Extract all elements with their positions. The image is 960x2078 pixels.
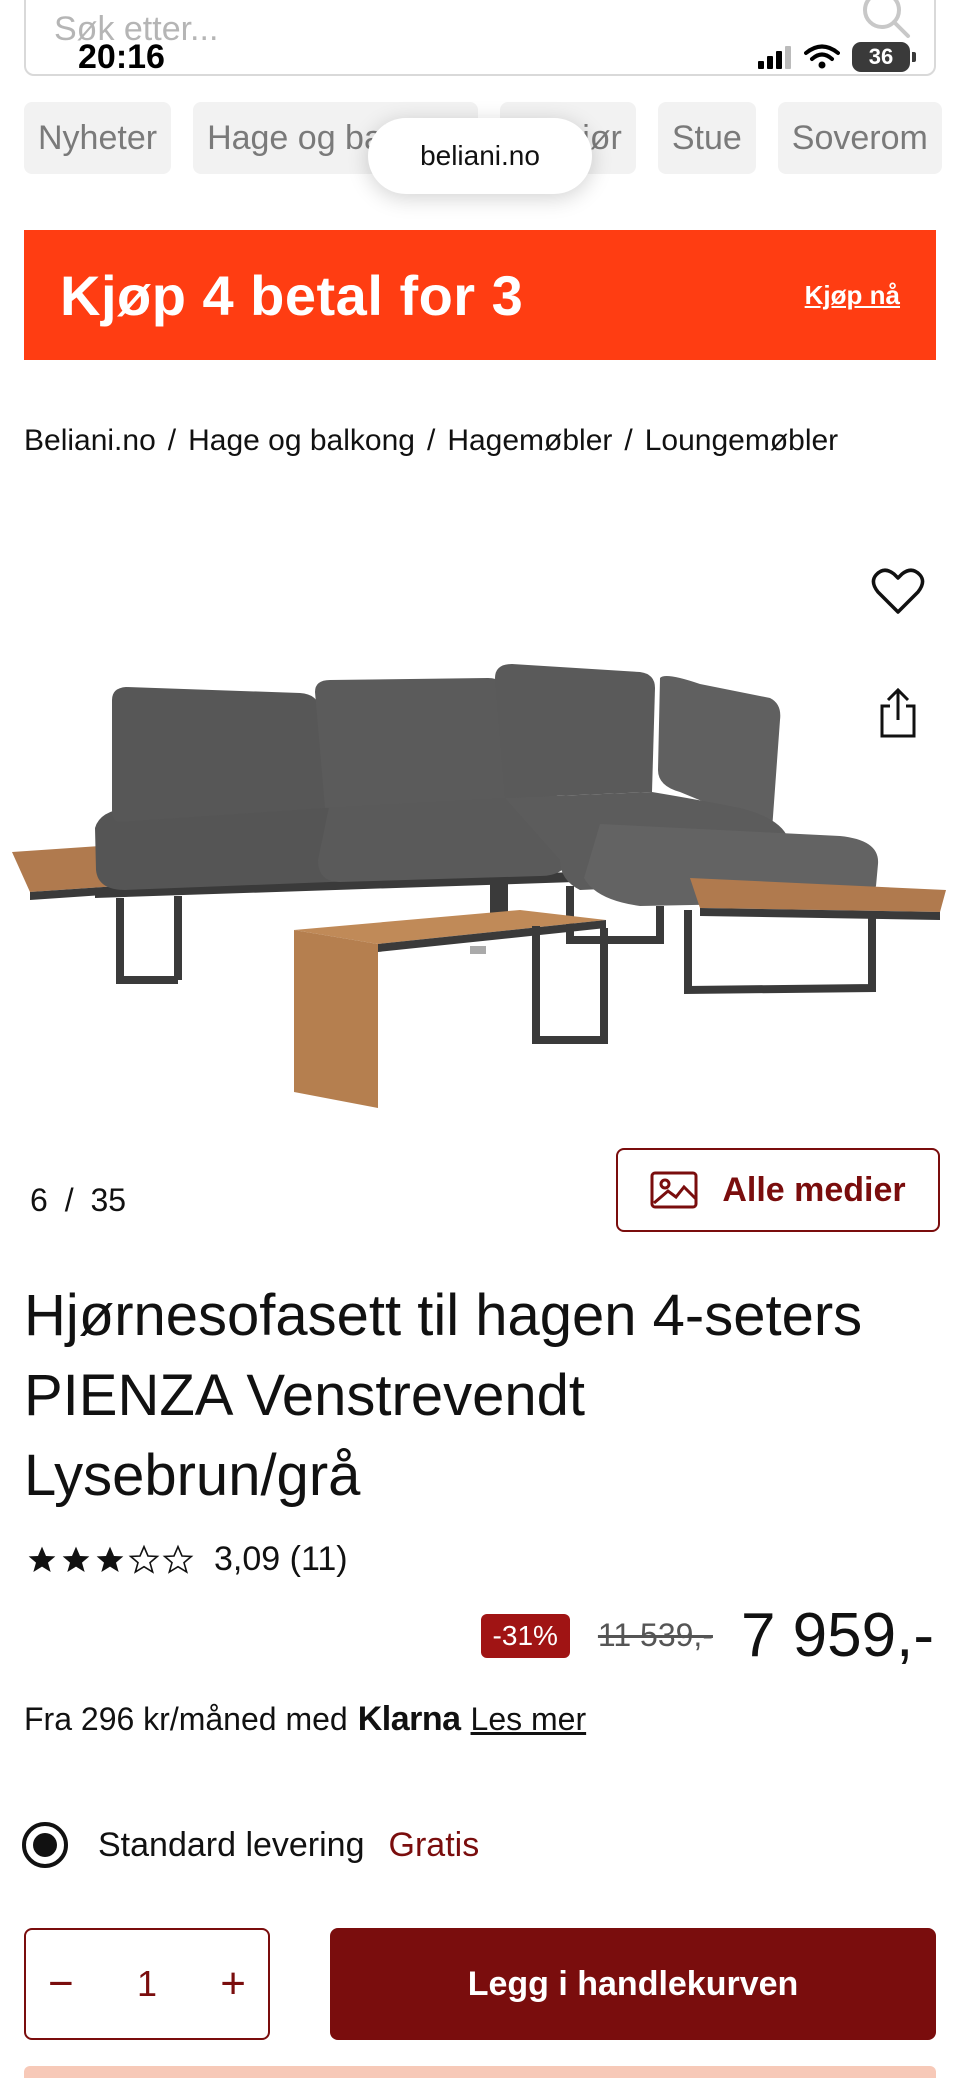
- category-chip-stue[interactable]: Stue: [657, 102, 756, 174]
- favorite-heart-icon[interactable]: [870, 566, 926, 618]
- share-icon[interactable]: [876, 686, 920, 740]
- star-icon: [96, 1546, 124, 1572]
- product-rating[interactable]: 3,09 (11): [26, 1540, 348, 1579]
- star-icon: [28, 1546, 56, 1572]
- all-media-button[interactable]: Alle medier: [616, 1148, 940, 1232]
- price-row: -31% 11 539,- 7 959,-: [480, 1600, 934, 1671]
- product-image[interactable]: [0, 560, 960, 1120]
- klarna-logo: Klarna: [357, 1700, 461, 1738]
- search-icon[interactable]: [858, 0, 914, 42]
- rating-text: 3,09 (11): [214, 1540, 348, 1578]
- promo-banner[interactable]: Kjøp 4 betal for 3 Kjøp nå: [24, 230, 936, 360]
- product-title: Hjørnesofasett til hagen 4-seters PIENZA…: [24, 1283, 863, 1508]
- delivery-price: Gratis: [388, 1825, 480, 1864]
- promo-link[interactable]: Kjøp nå: [805, 280, 900, 311]
- klarna-text: Fra 296 kr/måned med: [24, 1701, 348, 1737]
- breadcrumb-separator: /: [167, 424, 177, 457]
- klarna-financing: Fra 296 kr/måned med Klarna Les mer: [24, 1700, 586, 1739]
- old-price: 11 539,-: [597, 1617, 713, 1653]
- star-empty-icon: [128, 1544, 160, 1574]
- current-price: 7 959,-: [740, 1601, 934, 1670]
- klarna-read-more-link[interactable]: Les mer: [471, 1701, 587, 1738]
- quantity-stepper: − 1 +: [24, 1928, 270, 2040]
- all-media-label: Alle medier: [722, 1170, 906, 1209]
- signal-icon: [758, 46, 791, 69]
- breadcrumb-item[interactable]: Hage og balkong: [188, 424, 415, 458]
- delivery-option[interactable]: Standard levering Gratis: [22, 1822, 479, 1868]
- battery-indicator: 36: [852, 42, 916, 72]
- discount-badge: -31%: [480, 1613, 570, 1658]
- category-chip-soverom[interactable]: Soverom: [777, 102, 942, 174]
- breadcrumb-separator: /: [624, 424, 633, 457]
- breadcrumb-item[interactable]: Beliani.no: [24, 424, 156, 458]
- wifi-icon: [804, 44, 840, 69]
- star-empty-icon: [162, 1544, 194, 1574]
- image-icon: [650, 1171, 698, 1209]
- status-time: 20:16: [78, 38, 165, 76]
- star-icon: [62, 1546, 90, 1572]
- add-to-cart-button[interactable]: Legg i handlekurven: [330, 1928, 936, 2040]
- category-chip-nyheter[interactable]: Nyheter: [24, 102, 172, 174]
- breadcrumb-separator: /: [426, 424, 436, 457]
- status-icons: 36: [758, 42, 916, 72]
- gallery-separator: /: [64, 1182, 74, 1218]
- breadcrumb: Beliani.no / Hage og balkong / Hagemøble…: [24, 424, 838, 458]
- promo-title: Kjøp 4 betal for 3: [60, 263, 524, 327]
- delivery-radio[interactable]: [22, 1822, 68, 1868]
- breadcrumb-item[interactable]: Hagemøbler: [447, 424, 612, 458]
- bottom-strip: [24, 2066, 936, 2078]
- url-pill[interactable]: beliani.no: [368, 118, 592, 194]
- quantity-value[interactable]: 1: [137, 1963, 157, 2005]
- delivery-label: Standard levering: [98, 1825, 365, 1864]
- breadcrumb-item[interactable]: Loungemøbler: [645, 424, 838, 458]
- gallery-current: 6: [30, 1182, 48, 1218]
- quantity-decrease-button[interactable]: −: [48, 1962, 74, 2006]
- gallery-total: 35: [90, 1182, 127, 1218]
- gallery-counter: 6 / 35: [30, 1182, 126, 1219]
- quantity-increase-button[interactable]: +: [220, 1962, 246, 2006]
